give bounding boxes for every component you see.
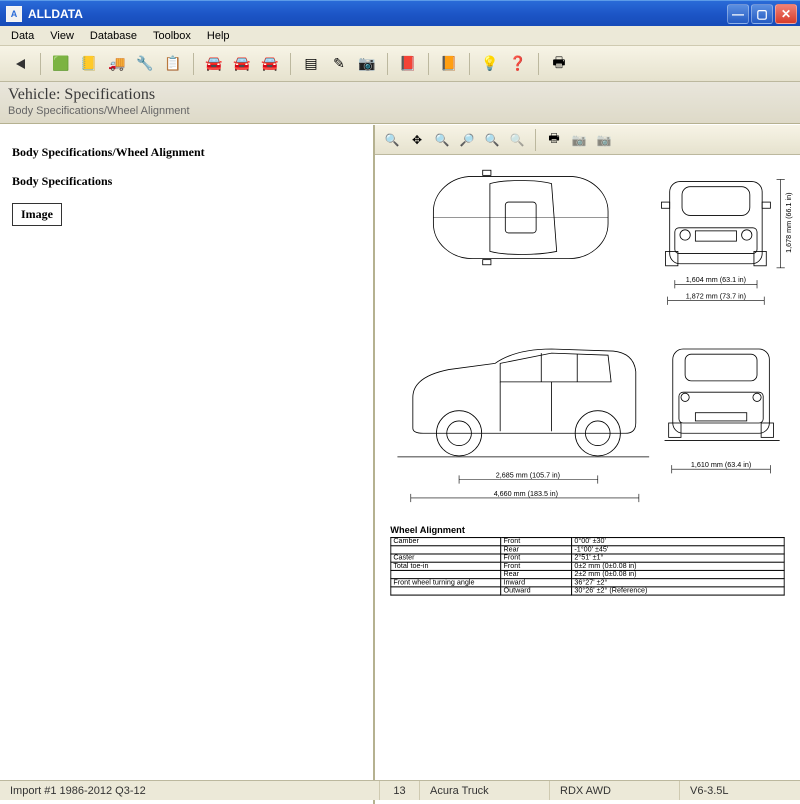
nav-pane: Body Specifications/Wheel Alignment Body… (0, 125, 375, 804)
back-button[interactable] (8, 52, 32, 76)
tool-icon-doc-red[interactable]: 📕 (396, 52, 420, 76)
tool-icon-2[interactable]: 📒 (77, 52, 101, 76)
zoom-out-icon[interactable]: 🔎 (456, 129, 478, 151)
zoom-fit-icon[interactable]: ✥ (406, 129, 428, 151)
tool-icon-est[interactable]: 📋 (161, 52, 185, 76)
reset-zoom-icon[interactable]: 🔍 (506, 129, 528, 151)
status-source: Import #1 1986-2012 Q3-12 (0, 781, 380, 800)
dim-rear-width: 1,610 mm (63.4 in) (691, 460, 751, 469)
dim-height: 1,678 mm (66.1 in) (784, 192, 793, 252)
tool-icon-help[interactable]: 💡 (478, 52, 502, 76)
image-toolbar: 🔍 ✥ 🔍 🔎 🔍 🔍 🖶 📷 📷 (375, 125, 800, 155)
nav-path: Body Specifications/Wheel Alignment (12, 145, 361, 160)
maximize-button[interactable]: ▢ (751, 4, 773, 24)
main-toolbar: 🟩 📒 🚚 🔧 📋 🚘 🚘 🚘 ▤ ✎ 📷 📕 📙 💡 ❓ 🖶 (0, 46, 800, 82)
dim-length: 4,660 mm (183.5 in) (494, 489, 558, 498)
tool-icon-note[interactable]: ✎ (327, 52, 351, 76)
dim-wheelbase: 2,685 mm (105.7 in) (496, 470, 560, 479)
minimize-button[interactable]: — (727, 4, 749, 24)
menu-data[interactable]: Data (4, 28, 41, 44)
tool-icon-cam[interactable]: 📷 (355, 52, 379, 76)
tool-icon-fleet[interactable]: 🚚 (105, 52, 129, 76)
app-icon: A (6, 6, 22, 22)
tool-icon-car-blue[interactable]: 🚘 (202, 52, 226, 76)
tool-icon-list[interactable]: ▤ (299, 52, 323, 76)
status-model: RDX AWD (550, 781, 680, 800)
vehicle-diagram: 1,678 mm (66.1 in) 1,604 mm (63.1 in) 1,… (375, 155, 800, 804)
menu-database[interactable]: Database (83, 28, 144, 44)
tool-icon-print[interactable]: 🖶 (547, 52, 571, 76)
tool-icon-parts[interactable]: 🔧 (133, 52, 157, 76)
table-row: Front wheel turning angleInward36°27' ±2… (391, 579, 785, 587)
table-row: Outward30°26' ±2° (Reference) (391, 587, 785, 595)
window-titlebar: A ALLDATA — ▢ ✕ (0, 0, 800, 26)
actual-size-icon[interactable]: 🔍 (481, 129, 503, 151)
menu-help[interactable]: Help (200, 28, 237, 44)
camera-icon-2[interactable]: 📷 (593, 129, 615, 151)
wheel-alignment-table: CamberFront0°00' ±30'Rear-1°00' ±45'Cast… (390, 537, 785, 596)
close-button[interactable]: ✕ (775, 4, 797, 24)
table-row: Rear-1°00' ±45' (391, 546, 785, 554)
tool-icon-book[interactable]: 📙 (437, 52, 461, 76)
status-make: Acura Truck (420, 781, 550, 800)
table-row: Rear2±2 mm (0±0.08 in) (391, 570, 785, 578)
status-bar: Import #1 1986-2012 Q3-12 13 Acura Truck… (0, 780, 800, 800)
status-year: 13 (380, 781, 420, 800)
dim-track-rear: 1,872 mm (73.7 in) (686, 292, 746, 301)
tool-icon-car-red[interactable]: 🚘 (230, 52, 254, 76)
image-link[interactable]: Image (12, 203, 62, 226)
diagram-pane: 🔍 ✥ 🔍 🔎 🔍 🔍 🖶 📷 📷 (375, 125, 800, 804)
print-diagram-icon[interactable]: 🖶 (543, 129, 565, 151)
menu-toolbox[interactable]: Toolbox (146, 28, 198, 44)
content-area: Body Specifications/Wheel Alignment Body… (0, 124, 800, 804)
table-row: CamberFront0°00' ±30' (391, 538, 785, 546)
vehicle-schematic-svg: 1,678 mm (66.1 in) 1,604 mm (63.1 in) 1,… (381, 161, 794, 798)
menu-bar: Data View Database Toolbox Help (0, 26, 800, 46)
breadcrumb: Body Specifications/Wheel Alignment (8, 105, 792, 117)
tool-icon-car-dk[interactable]: 🚘 (258, 52, 282, 76)
tool-icon-q[interactable]: ❓ (506, 52, 530, 76)
status-engine: V6-3.5L (680, 781, 800, 800)
zoom-region-icon[interactable]: 🔍 (431, 129, 453, 151)
tool-icon-1[interactable]: 🟩 (49, 52, 73, 76)
table-row: CasterFront2°51' ±1° (391, 554, 785, 562)
wheel-alignment-title: Wheel Alignment (390, 525, 785, 535)
page-title: Vehicle: Specifications (8, 86, 792, 104)
table-row: Total toe-inFront0±2 mm (0±0.08 in) (391, 562, 785, 570)
page-header: Vehicle: Specifications Body Specificati… (0, 82, 800, 124)
nav-section: Body Specifications (12, 174, 361, 189)
dim-track-front: 1,604 mm (63.1 in) (686, 275, 746, 284)
camera-icon-1[interactable]: 📷 (568, 129, 590, 151)
window-title: ALLDATA (28, 7, 727, 21)
zoom-in-icon[interactable]: 🔍 (381, 129, 403, 151)
menu-view[interactable]: View (43, 28, 81, 44)
